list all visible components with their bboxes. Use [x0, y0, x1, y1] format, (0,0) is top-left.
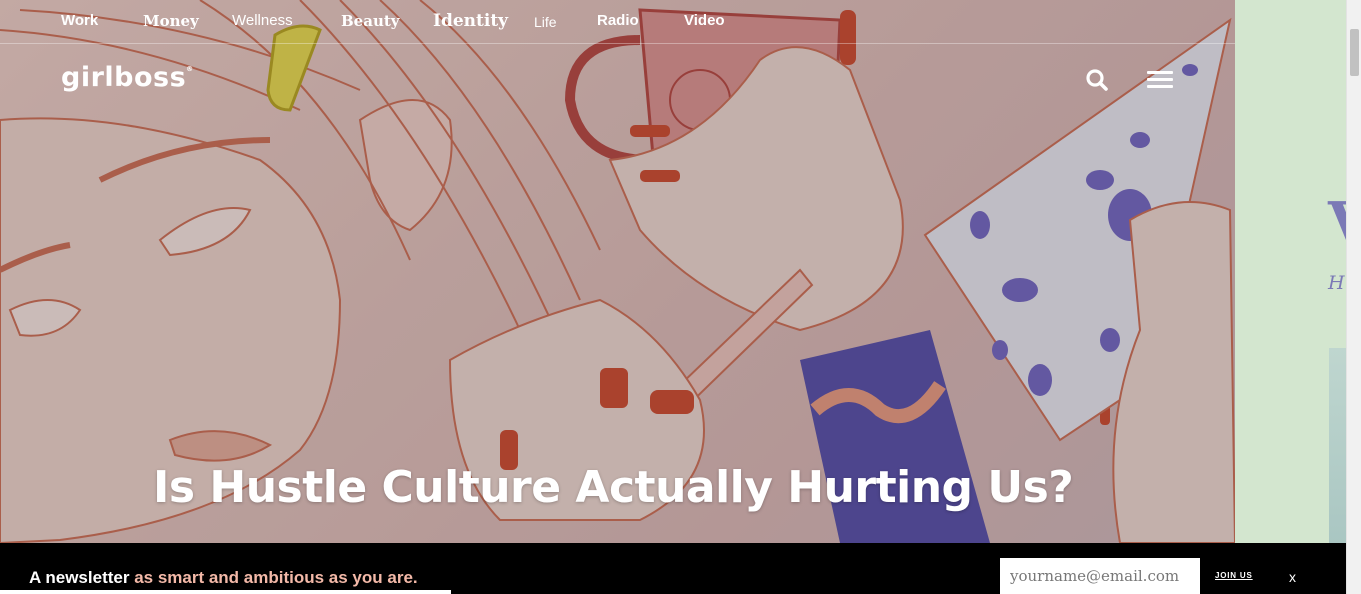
newsletter-bar: A newsletter as smart and ambitious as y…	[0, 543, 1346, 594]
page-scrollbar[interactable]	[1346, 0, 1361, 594]
nav-item-money[interactable]: Money	[143, 12, 199, 30]
search-icon[interactable]	[1085, 68, 1109, 92]
nav-item-work[interactable]: Work	[61, 12, 98, 29]
girlboss-logo[interactable]: girlboss®	[61, 62, 194, 93]
scrollbar-thumb[interactable]	[1350, 29, 1359, 76]
logo-text: girlboss	[61, 62, 187, 93]
side-article-peek[interactable]: V H	[1235, 0, 1361, 548]
newsletter-message: A newsletter as smart and ambitious as y…	[29, 568, 418, 588]
hero-headline[interactable]: Is Hustle Culture Actually Hurting Us?	[153, 462, 1074, 513]
close-newsletter-button[interactable]: x	[1289, 569, 1296, 585]
newsletter-email-input[interactable]	[1000, 558, 1200, 594]
nav-item-identity[interactable]: Identity	[433, 11, 508, 31]
newsletter-message-plain: A newsletter	[29, 568, 135, 587]
registered-mark: ®	[186, 65, 194, 73]
nav-item-life[interactable]: Life	[534, 14, 557, 30]
newsletter-message-accent: as smart and ambitious as you are.	[134, 568, 418, 587]
hamburger-menu-icon[interactable]	[1147, 71, 1173, 91]
join-us-button[interactable]: JOIN US	[1215, 571, 1253, 580]
nav-item-video[interactable]: Video	[684, 12, 725, 29]
nav-item-wellness[interactable]: Wellness	[232, 12, 293, 29]
side-panel-subtitle: H	[1328, 272, 1345, 294]
newsletter-accent-underline	[0, 590, 451, 594]
top-navigation: Work Money Wellness Beauty Identity Life…	[0, 0, 1235, 44]
nav-item-beauty[interactable]: Beauty	[341, 12, 400, 30]
nav-item-radio[interactable]: Radio	[597, 12, 639, 29]
